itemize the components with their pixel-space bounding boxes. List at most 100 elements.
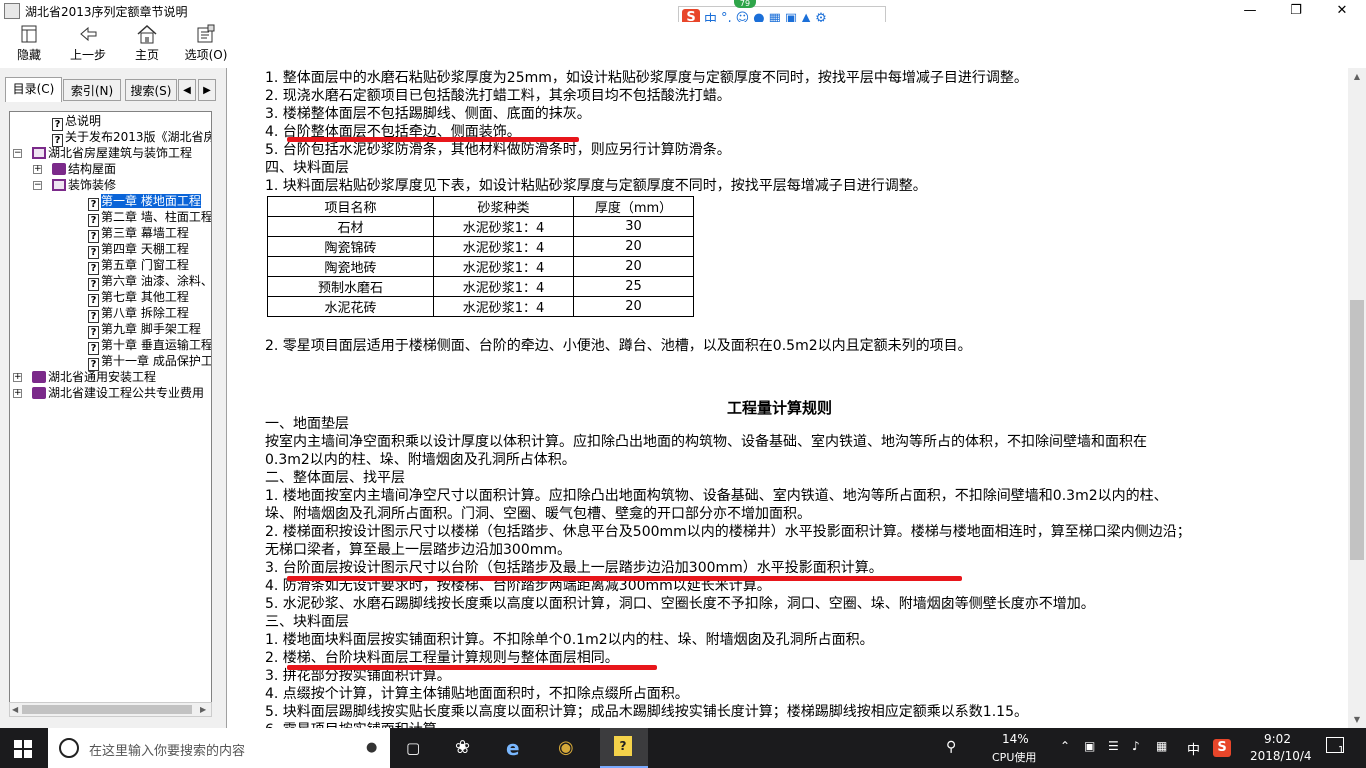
wifi-icon[interactable]: ☰ (1108, 739, 1119, 753)
rule-line: 三、块料面层 (265, 614, 349, 630)
restore-button[interactable]: ❐ (1273, 0, 1319, 22)
tree-item[interactable]: ? 第一章 楼地面工程 (88, 193, 202, 211)
tree-item[interactable]: ?第六章 油漆、涂料、裱 (88, 273, 212, 291)
edge-browser-icon[interactable]: e (506, 736, 520, 760)
rule-line: 2. 楼梯面积按设计图示尺寸以楼梯（包括踏步、休息平台及500mm以内的楼梯井）… (265, 524, 1191, 540)
table-cell: 水泥砂浆1：4 (433, 296, 574, 317)
fan-app-icon[interactable]: ❀ (455, 737, 470, 758)
tree-expander-icon[interactable]: + (33, 165, 42, 174)
input-language[interactable]: 中 (1187, 739, 1200, 758)
app-icon[interactable] (4, 3, 20, 19)
tree-expander-icon[interactable]: − (13, 149, 22, 158)
tab-index[interactable]: 索引(N) (63, 79, 121, 101)
table-cell: 水泥砂浆1：4 (433, 216, 574, 237)
tray-expand-icon[interactable]: ⌃ (1060, 739, 1070, 753)
rule-line: 1. 楼地面按室内主墙间净空尺寸以面积计算。应扣除凸出地面构筑物、设备基础、室内… (265, 488, 1168, 504)
tree-item-label: 第二章 墙、柱面工程 (101, 210, 212, 224)
tree-item-label: 结构屋面 (68, 162, 117, 176)
scroll-up-icon[interactable]: ▲ (1348, 68, 1366, 85)
tree-item-label: 总说明 (65, 114, 102, 128)
tab-scroll-left-icon[interactable]: ◀ (178, 79, 196, 101)
book-closed-icon (52, 163, 66, 175)
tree-item[interactable]: ? 第五章 门窗工程 (88, 257, 189, 275)
scroll-left-icon[interactable]: ◀ (12, 705, 18, 714)
tab-search[interactable]: 搜索(S) (125, 79, 177, 101)
tab-contents[interactable]: 目录(C) (5, 77, 62, 102)
help-file-icon: ? (614, 736, 632, 756)
contents-tree[interactable]: ? 总说明? 关于发布2013版《湖北省房屋 − 湖北省房屋建筑与装饰工程 + 结构屋面 − 装… (9, 111, 212, 716)
tree-item-label: 第六章 油漆、涂料、裱 (101, 274, 212, 288)
tree-expander-icon[interactable]: + (13, 373, 22, 382)
hide-button[interactable]: 隐藏 (14, 24, 44, 68)
tree-horizontal-scrollbar[interactable]: ◀ ▶ (9, 702, 212, 717)
content-line: 5. 台阶包括水泥砂浆防滑条，其他材料做防滑条时，则应另行计算防滑条。 (265, 142, 731, 158)
table-cell: 预制水磨石 (267, 276, 434, 297)
scroll-right-icon[interactable]: ▶ (200, 705, 206, 714)
rule-line: 按室内主墙间净空面积乘以设计厚度以体积计算。应扣除凸出地面的构筑物、设备基础、室… (265, 434, 1147, 450)
tree-item[interactable]: 湖北省房屋建筑与装饰工程 (32, 145, 192, 161)
tree-expander-icon[interactable]: + (13, 389, 22, 398)
tree-item[interactable]: ? 第三章 幕墙工程 (88, 225, 189, 243)
scroll-down-icon[interactable]: ▼ (1348, 711, 1366, 728)
tab-scroll-right-icon[interactable]: ▶ (198, 79, 216, 101)
table-cell: 20 (573, 236, 694, 257)
table-row: 陶瓷锦砖 水泥砂浆1：4 20 (267, 236, 694, 257)
close-button[interactable]: ✕ (1319, 0, 1365, 22)
red-underline-mark (287, 665, 657, 670)
help-window-taskbar-button[interactable]: ? (600, 728, 648, 768)
microphone-icon[interactable]: ● (366, 740, 377, 755)
rule-line: 0.3m2以内的柱、垛、附墙烟囱及孔洞所占体积。 (265, 452, 576, 468)
table-cell: 20 (573, 296, 694, 317)
tree-item[interactable]: ? 第四章 天棚工程 (88, 241, 189, 259)
clock-time[interactable]: 9:02 (1264, 732, 1291, 746)
task-view-icon[interactable]: ▢ (406, 739, 420, 757)
tree-item[interactable]: 湖北省建设工程公共专业费用 (32, 385, 204, 401)
tree-scroll-thumb[interactable] (22, 705, 192, 714)
tree-item[interactable]: ?第十一章 成品保护工程 (88, 353, 211, 371)
tree-item[interactable]: ? 第八章 拆除工程 (88, 305, 189, 323)
home-button[interactable]: 主页 (131, 24, 163, 68)
tree-item[interactable]: ? 第九章 脚手架工程 (88, 321, 201, 339)
paragraph-after-table: 2. 零星项目面层适用于楼梯侧面、台阶的牵边、小便池、蹲台、池槽，以及面积在0.… (265, 338, 972, 354)
content-line: 1. 块料面层粘贴砂浆厚度见下表，如设计粘贴砂浆厚度与定额厚度不同时，按找平层每… (265, 178, 927, 194)
notification-count: 1 (1338, 745, 1345, 756)
cortana-icon[interactable] (59, 738, 79, 758)
tree-item-label: 第七章 其他工程 (101, 290, 189, 304)
rule-line: 3. 台阶面层按设计图示尺寸以台阶（包括踏步及最上一层踏步边沿加300mm）水平… (265, 560, 883, 576)
clock-date[interactable]: 2018/10/4 (1250, 749, 1312, 763)
content-vertical-scrollbar[interactable]: ▲ ▼ (1348, 68, 1366, 728)
book-closed-icon (32, 387, 46, 399)
table-cell: 30 (573, 216, 694, 237)
table-header-row: 项目名称 砂浆种类 厚度（mm） (267, 196, 694, 217)
tree-item-label: 第八章 拆除工程 (101, 306, 189, 320)
options-button[interactable]: 选项(O) (184, 24, 228, 68)
keyboard-icon[interactable]: ▦ (1156, 739, 1167, 753)
table-header-cell: 厚度（mm） (573, 196, 694, 217)
table-cell: 陶瓷地砖 (267, 256, 434, 277)
tree-item[interactable]: ? 总说明 (52, 113, 102, 131)
tree-item[interactable]: ? 第二章 墙、柱面工程 (88, 209, 212, 227)
tree-item[interactable]: 装饰装修 (52, 177, 116, 193)
home-icon (136, 24, 158, 44)
minimize-button[interactable]: — (1227, 0, 1273, 22)
tree-item[interactable]: ? 第七章 其他工程 (88, 289, 189, 307)
back-button[interactable]: 上一步 (66, 24, 110, 68)
tree-item[interactable]: ? 第十章 垂直运输工程E (88, 337, 211, 355)
windows-start-icon[interactable] (14, 740, 32, 761)
tree-item-label: 第九章 脚手架工程 (101, 322, 201, 336)
volume-icon[interactable]: ♪ (1132, 739, 1140, 753)
hide-icon (18, 24, 40, 44)
tree-item[interactable]: 结构屋面 (52, 161, 116, 177)
taskbar-search-box[interactable]: 在这里输入你要搜索的内容 ● (48, 728, 390, 768)
table-cell: 25 (573, 276, 694, 297)
options-icon (195, 24, 217, 44)
tree-item[interactable]: 湖北省通用安装工程 (32, 369, 156, 385)
tree-item[interactable]: ? 关于发布2013版《湖北省房屋 (52, 129, 211, 147)
people-icon[interactable]: ⚲ (946, 739, 956, 755)
app-circle-icon[interactable]: ◉ (558, 737, 574, 758)
tree-expander-icon[interactable]: − (33, 181, 42, 190)
sogou-tray-icon[interactable]: S (1213, 739, 1231, 757)
back-arrow-icon (77, 24, 99, 44)
content-scroll-thumb[interactable] (1350, 300, 1364, 560)
sync-icon[interactable]: ▣ (1084, 739, 1095, 753)
